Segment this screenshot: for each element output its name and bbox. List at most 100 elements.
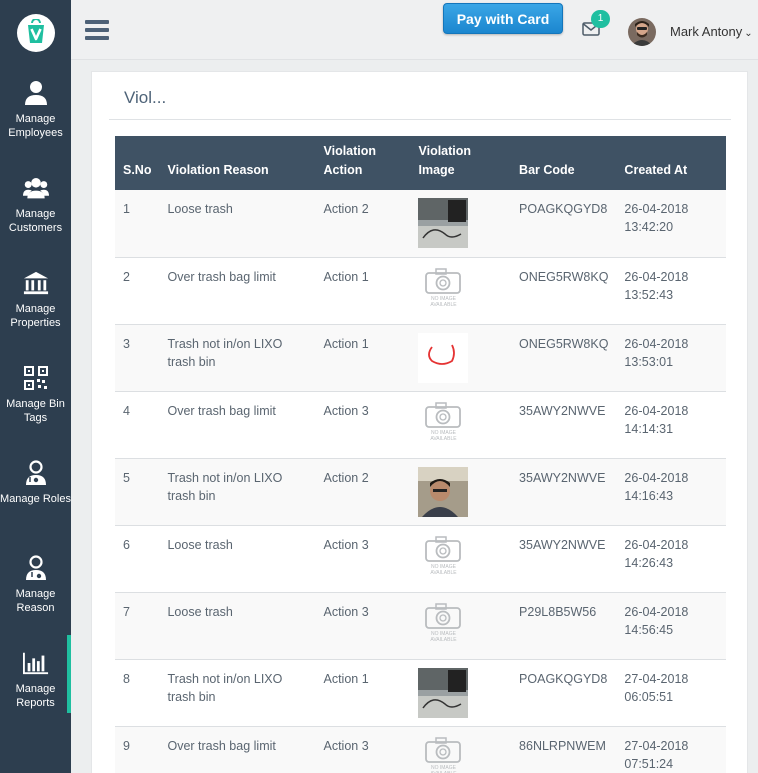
table-row[interactable]: 1 Loose trash Action 2 POAGKQGYD8 26-04-2018… [115,190,726,257]
table-row[interactable]: 9 Over trash bag limit Action 3 NO IMAGE AV… [115,726,726,773]
no-image-placeholder-icon: NO IMAGE AVAILABLE [410,257,511,324]
title-divider [109,119,731,120]
notification-badge: 1 [591,10,610,28]
pay-with-card-button[interactable]: Pay with Card [443,3,563,34]
cell-sno: 4 [123,403,130,418]
table-row[interactable]: 3 Trash not in/on LIXO trash bin Action 1 O… [115,324,726,391]
sidebar-item-label: Manage Roles [0,493,71,505]
sidebar-item-manage-reason[interactable]: Manage Reason [0,540,71,635]
avatar[interactable] [628,18,656,46]
cell-action: Action 1 [323,269,369,284]
cell-reason: Loose trash [167,604,233,619]
cell-barcode: ONEG5RW8KQ [519,269,609,284]
sidebar-item-label: Manage Reason [15,588,56,614]
group-icon [22,174,49,202]
table-row[interactable]: 5 Trash not in/on LIXO trash bin Action 2 3… [115,458,726,525]
cell-created-at: 27-04-2018 06:05:51 [616,659,726,726]
sidebar-item-label: Manage Reports [15,683,56,709]
cell-barcode: P29L8B5W56 [519,604,597,619]
created-date: 26-04-2018 [624,269,689,284]
created-date: 26-04-2018 [624,470,689,485]
sidebar-item-manage-bin-tags[interactable]: Manage Bin Tags [0,350,71,445]
no-image-placeholder-icon: NO IMAGE AVAILABLE [410,391,511,458]
user-roles-icon [23,459,49,487]
vixo-logo-icon[interactable] [16,13,55,52]
cell-barcode: POAGKQGYD8 [519,671,608,686]
cell-reason: Over trash bag limit [167,269,276,284]
no-image-placeholder-icon: NO IMAGE AVAILABLE [410,525,511,592]
cell-barcode: POAGKQGYD8 [519,202,608,216]
sidebar-item-manage-roles[interactable]: Manage Roles [0,445,71,540]
sidebar: Manage Employees Manage Customers Manage P… [0,0,71,773]
cell-action: Action 1 [323,336,369,351]
column-header-action[interactable]: Violation Action [315,136,410,190]
cell-sno: 2 [123,269,130,284]
created-date: 26-04-2018 [624,336,689,351]
violation-image-thumbnail[interactable] [410,659,511,726]
sidebar-item-manage-employees[interactable]: Manage Employees [0,65,71,160]
cell-sno: 6 [123,537,130,552]
cell-barcode: 35AWY2NWVE [519,470,606,485]
created-time: 07:51:24 [624,756,674,771]
user-name: Mark Antony [670,24,743,39]
cell-reason: Over trash bag limit [167,738,276,753]
cell-barcode: 86NLRPNWEM [519,738,606,753]
table-row[interactable]: 6 Loose trash Action 3 NO IMAGE AVAILABLE 35… [115,525,726,592]
created-time: 14:16:43 [624,488,674,503]
user-menu[interactable]: Mark Antony ⌄ [670,24,753,39]
cell-sno: 7 [123,604,130,619]
created-time: 14:56:45 [624,622,674,637]
cell-action: Action 1 [323,671,369,686]
column-header-created-at[interactable]: Created At [616,136,726,190]
created-date: 26-04-2018 [624,202,689,216]
violation-image-thumbnail[interactable] [410,458,511,525]
violation-image-thumbnail[interactable] [410,324,511,391]
no-image-placeholder-icon: NO IMAGE AVAILABLE [410,592,511,659]
sidebar-item-manage-reports[interactable]: Manage Reports [0,635,71,730]
cell-barcode: ONEG5RW8KQ [519,336,609,351]
cell-action: Action 2 [323,202,369,216]
cell-created-at: 26-04-2018 14:14:31 [616,391,726,458]
created-date: 26-04-2018 [624,604,689,619]
table-row[interactable]: 7 Loose trash Action 3 NO IMAGE AVAILABLE P2… [115,592,726,659]
cell-reason: Trash not in/on LIXO trash bin [167,336,283,369]
created-time: 06:05:51 [624,689,674,704]
cell-sno: 1 [123,202,130,216]
cell-created-at: 26-04-2018 13:53:01 [616,324,726,391]
created-time: 13:52:43 [624,287,674,302]
cell-created-at: 26-04-2018 14:16:43 [616,458,726,525]
qr-code-icon [23,364,49,392]
created-time: 14:14:31 [624,421,674,436]
cell-action: Action 3 [323,604,369,619]
column-header-barcode[interactable]: Bar Code [511,136,616,190]
cell-action: Action 3 [323,738,369,753]
created-time: 13:53:01 [624,354,674,369]
table-header-row: S.No Violation Reason Violation Action V… [115,136,726,190]
sidebar-item-manage-customers[interactable]: Manage Customers [0,160,71,255]
cell-sno: 8 [123,671,130,686]
cell-action: Action 2 [323,470,369,485]
column-header-image[interactable]: Violation Image [410,136,511,190]
violation-image-thumbnail[interactable] [410,190,511,257]
sidebar-item-label: Manage Customers [8,208,63,234]
violations-table: S.No Violation Reason Violation Action V… [115,136,726,773]
cell-created-at: 26-04-2018 14:26:43 [616,525,726,592]
sidebar-item-manage-properties[interactable]: Manage Properties [0,255,71,350]
cell-sno: 9 [123,738,130,753]
sidebar-item-label: Manage Bin Tags [6,398,65,424]
created-time: 14:26:43 [624,555,674,570]
sidebar-item-label: Manage Employees [8,113,63,139]
cell-sno: 3 [123,336,130,351]
table-row[interactable]: 4 Over trash bag limit Action 3 NO IMAGE AV… [115,391,726,458]
cell-created-at: 26-04-2018 14:56:45 [616,592,726,659]
table-row[interactable]: 8 Trash not in/on LIXO trash bin Action 1 P… [115,659,726,726]
cell-reason: Trash not in/on LIXO trash bin [167,470,283,503]
sidebar-item-label: Manage Properties [10,303,61,329]
menu-toggle-icon[interactable] [85,20,109,40]
column-header-reason[interactable]: Violation Reason [159,136,315,190]
table-row[interactable]: 2 Over trash bag limit Action 1 NO IMAGE AV… [115,257,726,324]
created-date: 27-04-2018 [624,738,689,753]
cell-barcode: 35AWY2NWVE [519,537,606,552]
column-header-sno[interactable]: S.No [115,136,159,190]
cell-action: Action 3 [323,537,369,552]
